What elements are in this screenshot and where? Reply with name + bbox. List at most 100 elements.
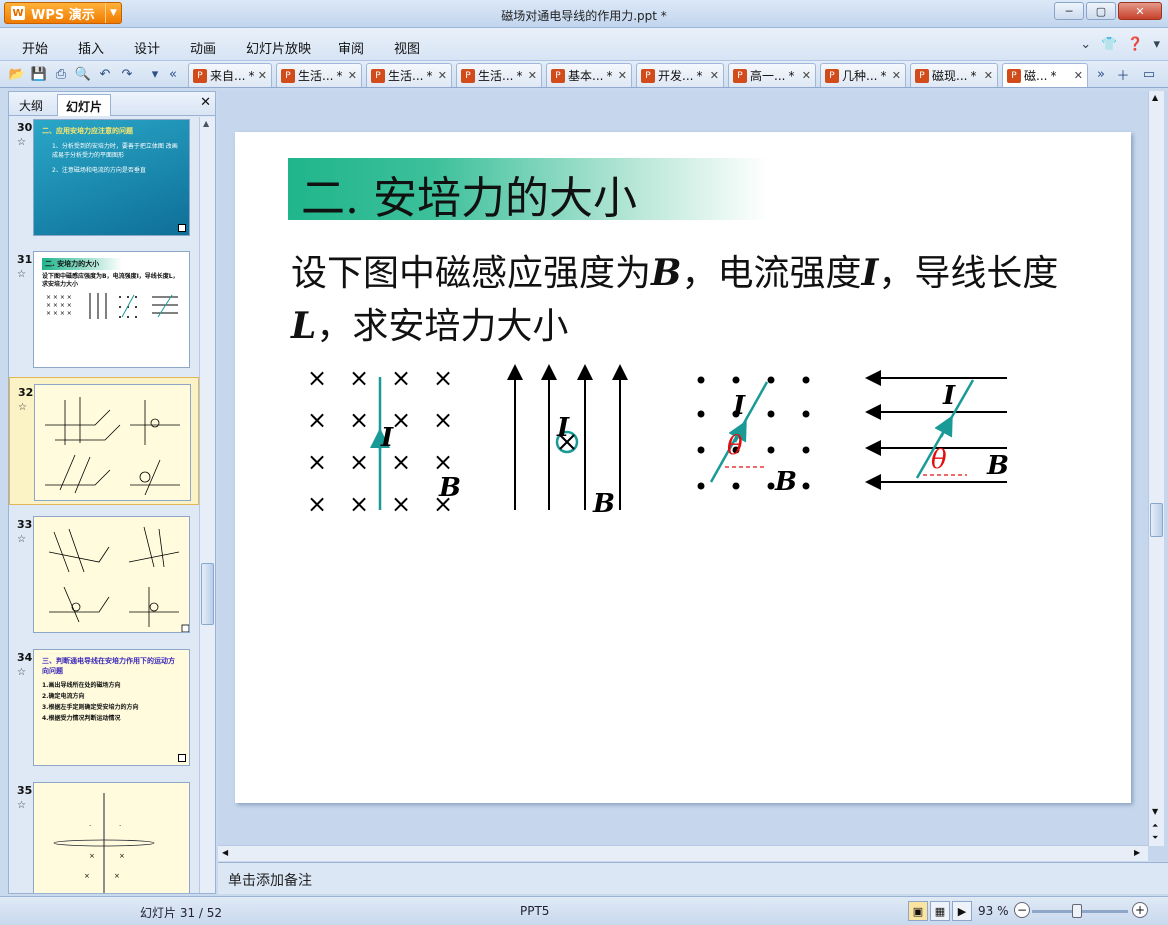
ppt-file-icon: P bbox=[281, 68, 295, 83]
thumb-text: 1、分析受到的安培力时，要善于把立体图 改画成易于分析受力的平面图形 bbox=[52, 143, 178, 159]
doc-tab[interactable]: P 生活... * ✕ bbox=[456, 63, 542, 87]
close-tab-icon[interactable]: ✕ bbox=[258, 69, 267, 82]
save-icon[interactable]: 💾 bbox=[30, 65, 48, 83]
slide-thumbnail-item[interactable]: 31 ☆ 二. 安培力的大小 设下图中磁感应强度为B，电流强度I，导线长度L，求… bbox=[9, 245, 199, 373]
scroll-up-icon[interactable]: ▲ bbox=[1152, 93, 1158, 102]
close-tab-icon[interactable]: ✕ bbox=[528, 69, 537, 82]
menu-view[interactable]: 视图 bbox=[394, 38, 420, 57]
animation-star-icon: ☆ bbox=[18, 402, 27, 413]
doc-tab[interactable]: P 几种... * ✕ bbox=[820, 63, 906, 87]
doc-tab[interactable]: P 磁现... * ✕ bbox=[910, 63, 998, 87]
slide-number: 33 bbox=[17, 518, 33, 531]
doc-tab[interactable]: P 生活... * ✕ bbox=[276, 63, 362, 87]
menu-design[interactable]: 设计 bbox=[134, 38, 160, 57]
current-label: I bbox=[380, 423, 394, 453]
title-bar: W WPS 演示 ▼ 磁场对通电导线的作用力.ppt * ─ ▢ ✕ bbox=[0, 0, 1168, 28]
maximize-button[interactable]: ▢ bbox=[1086, 2, 1116, 20]
redo-icon[interactable]: ↷ bbox=[118, 65, 136, 83]
slide-number: 35 bbox=[17, 784, 33, 797]
slide-thumbnail: 二. 安培力的大小 设下图中磁感应强度为B，电流强度I，导线长度L，求安培力大小… bbox=[33, 251, 190, 368]
next-slide-icon[interactable]: ⏷ bbox=[1152, 833, 1158, 843]
scroll-down-icon[interactable]: ▼ bbox=[1152, 807, 1158, 816]
zoom-slider-knob[interactable] bbox=[1072, 904, 1082, 918]
doc-tab[interactable]: P 基本... * ✕ bbox=[546, 63, 632, 87]
tab-list-icon[interactable]: ▭ bbox=[1140, 65, 1158, 83]
normal-view-icon[interactable]: ▣ bbox=[908, 901, 928, 921]
thumb-figure: × × × ×× × × ×× × × × bbox=[46, 293, 178, 319]
zoom-out-icon[interactable]: − bbox=[1014, 902, 1030, 918]
scroll-left-icon[interactable]: ◀ bbox=[222, 848, 228, 857]
customize-toolbar-icon[interactable]: ▾ bbox=[146, 65, 164, 83]
zoom-in-icon[interactable]: + bbox=[1132, 902, 1148, 918]
slides-scrollbar[interactable]: ▲ bbox=[199, 117, 215, 893]
svg-text:×: × bbox=[307, 448, 327, 476]
slide-thumbnail-item[interactable]: 30 ☆ 二、应用安培力应注意的问题 1、分析受到的安培力时，要善于把立体图 改… bbox=[9, 117, 199, 241]
help-icon[interactable]: ❓ bbox=[1127, 37, 1143, 52]
scrollbar-thumb[interactable] bbox=[201, 563, 214, 625]
status-bar: 幻灯片 31 / 52 PPT5 ▣ ▦ ▶ 93 % − + bbox=[0, 896, 1168, 925]
current-slide[interactable]: 二. 安培力的大小 设下图中磁感应强度为B，电流强度I，导线长度L，求安培力大小… bbox=[235, 132, 1131, 803]
tabs-scroll-left-icon[interactable]: « bbox=[164, 65, 182, 83]
minimize-button[interactable]: ─ bbox=[1054, 2, 1084, 20]
slide-thumbnail-item[interactable]: 33 ☆ bbox=[9, 510, 199, 638]
figure-parallel-field: I B bbox=[507, 364, 628, 519]
new-tab-icon[interactable]: ＋ bbox=[1114, 65, 1132, 84]
slide-thumbnail-item[interactable]: 35 ☆ · · × × × × bbox=[9, 776, 199, 893]
svg-text:×: × bbox=[89, 852, 95, 860]
scrollbar-thumb[interactable] bbox=[1150, 503, 1163, 537]
slide-sorter-icon[interactable]: ▦ bbox=[930, 901, 950, 921]
editor-horizontal-scrollbar[interactable]: ◀ ▶ bbox=[218, 845, 1148, 861]
close-panel-icon[interactable]: ✕ bbox=[200, 95, 211, 110]
close-tab-icon[interactable]: ✕ bbox=[438, 69, 447, 82]
previous-slide-icon[interactable]: ⏶ bbox=[1152, 821, 1158, 831]
notes-placeholder[interactable]: 单击添加备注 bbox=[228, 870, 312, 890]
print-icon[interactable]: ⎙ bbox=[52, 65, 70, 83]
scroll-right-icon[interactable]: ▶ bbox=[1134, 848, 1140, 857]
tab-outline[interactable]: 大纲 bbox=[11, 94, 51, 116]
close-tab-icon[interactable]: ✕ bbox=[710, 69, 719, 82]
doc-tab[interactable]: P 生活... * ✕ bbox=[366, 63, 452, 87]
svg-text:×: × bbox=[349, 406, 369, 434]
doc-tab-label: 开发... bbox=[658, 69, 694, 83]
close-tab-icon[interactable]: ✕ bbox=[1074, 69, 1083, 82]
skin-icon[interactable]: 👕 bbox=[1101, 37, 1117, 52]
close-tab-icon[interactable]: ✕ bbox=[802, 69, 811, 82]
thumb-text: 4.根据受力情况判断运动情况 bbox=[42, 715, 121, 722]
collapse-ribbon-icon[interactable]: ⌄ bbox=[1080, 37, 1091, 52]
tab-slides[interactable]: 幻灯片 bbox=[57, 94, 112, 116]
menu-slideshow[interactable]: 幻灯片放映 bbox=[246, 38, 311, 57]
svg-text:×: × bbox=[349, 490, 369, 518]
print-preview-icon[interactable]: 🔍 bbox=[74, 65, 92, 83]
close-tab-icon[interactable]: ✕ bbox=[348, 69, 357, 82]
doc-tab-label: 来自... bbox=[210, 69, 246, 83]
tabs-scroll-right-icon[interactable]: » bbox=[1092, 65, 1110, 83]
undo-icon[interactable]: ↶ bbox=[96, 65, 114, 83]
slide-thumbnail bbox=[33, 516, 190, 633]
close-tab-icon[interactable]: ✕ bbox=[618, 69, 627, 82]
help-dropdown-icon[interactable]: ▾ bbox=[1153, 37, 1160, 52]
doc-tab[interactable]: P 来自... * ✕ bbox=[188, 63, 272, 87]
scroll-up-icon[interactable]: ▲ bbox=[203, 119, 209, 128]
menu-home[interactable]: 开始 bbox=[22, 38, 48, 57]
close-tab-icon[interactable]: ✕ bbox=[892, 69, 901, 82]
menu-animation[interactable]: 动画 bbox=[190, 38, 216, 57]
close-button[interactable]: ✕ bbox=[1118, 2, 1162, 20]
doc-tab[interactable]: P 高一... * ✕ bbox=[728, 63, 816, 87]
menu-insert[interactable]: 插入 bbox=[78, 38, 104, 57]
menu-review[interactable]: 审阅 bbox=[338, 38, 364, 57]
doc-tab[interactable]: P 开发... * ✕ bbox=[636, 63, 724, 87]
field-label: B bbox=[592, 489, 615, 519]
slideshow-view-icon[interactable]: ▶ bbox=[952, 901, 972, 921]
thumb-text: 2.确定电流方向 bbox=[42, 693, 85, 700]
notes-pane[interactable]: 单击添加备注 bbox=[218, 862, 1168, 894]
open-icon[interactable]: 📂 bbox=[8, 65, 26, 83]
close-tab-icon[interactable]: ✕ bbox=[984, 69, 993, 82]
slideshow-icon bbox=[178, 224, 186, 232]
modified-marker: * bbox=[696, 68, 703, 83]
editor-vertical-scrollbar[interactable]: ▲ ▼ ⏶ ⏷ bbox=[1148, 91, 1164, 846]
thumb-text: 2、注意磁场和电流的方向是否垂直 bbox=[52, 167, 146, 174]
doc-tab-label: 基本... bbox=[568, 69, 604, 83]
slide-thumbnail-item-selected[interactable]: 32 ☆ bbox=[9, 377, 199, 505]
doc-tab-active[interactable]: P 磁... * ✕ bbox=[1002, 63, 1088, 87]
slide-thumbnail-item[interactable]: 34 ☆ 三、判断通电导线在安培力作用下的运动方向问题 1.画出导线所在处的磁场… bbox=[9, 643, 199, 771]
